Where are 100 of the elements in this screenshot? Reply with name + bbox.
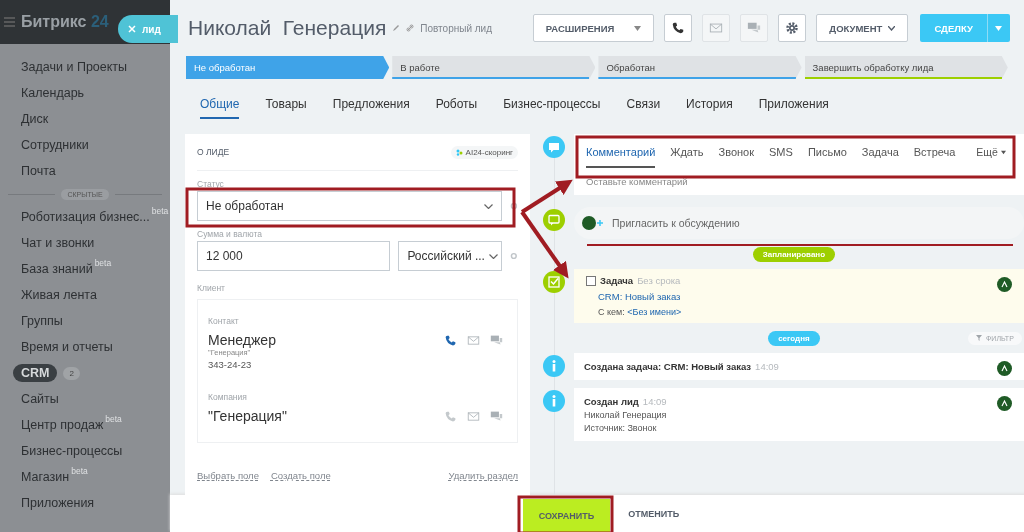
tab[interactable]: Приложения: [758, 97, 829, 119]
delete-section-link[interactable]: Удалить раздел: [448, 470, 518, 481]
sidebar-item[interactable]: Магазин: [21, 470, 70, 484]
field-label: Компания: [208, 392, 248, 402]
checkbox-icon: [543, 271, 565, 293]
chevron-icon: [488, 253, 498, 259]
status-select[interactable]: Не обработан: [197, 191, 503, 221]
sidebar-item[interactable]: Бизнес-процессы: [21, 444, 123, 458]
task-title: Задача: [600, 275, 634, 286]
contact-name[interactable]: Менеджер: [208, 332, 276, 348]
extensions-button[interactable]: РАСШИРЕНИЯ: [532, 14, 655, 42]
planned-label: Запланировано: [752, 246, 836, 262]
field-label: Сумма и валюта: [197, 229, 263, 239]
counter-badge: 2: [63, 366, 80, 380]
sidebar-item[interactable]: Чат и звонки: [21, 236, 95, 250]
stage-step[interactable]: Обработан: [598, 56, 802, 79]
beta-label: beta: [71, 466, 88, 476]
chat-icon[interactable]: [490, 409, 503, 423]
field-link[interactable]: Выбрать поле: [197, 470, 259, 481]
caret-icon: [995, 25, 1003, 31]
chevron-icon: [888, 25, 896, 31]
menu-icon[interactable]: [4, 17, 15, 27]
caret-icon: [1000, 149, 1006, 155]
task-contact: С кем: <Без имени>: [597, 307, 683, 317]
sidebar-item[interactable]: Центр продаж: [21, 418, 104, 432]
task-link[interactable]: CRM: Новый заказ: [586, 291, 1012, 302]
tab[interactable]: Бизнес-процессы: [503, 97, 601, 119]
document-button[interactable]: ДОКУМЕНТ: [816, 14, 909, 42]
date-label: сегодня: [768, 330, 820, 346]
sidebar-item[interactable]: Сайты: [21, 392, 59, 406]
composer-tab[interactable]: Звонок: [718, 136, 755, 168]
field-label: Статус: [197, 179, 225, 189]
amount-field[interactable]: 12 000: [197, 241, 391, 271]
settings-button[interactable]: [778, 14, 807, 42]
tab[interactable]: История: [686, 97, 733, 119]
invite-field[interactable]: Пригласить к обсуждению: [574, 207, 1024, 239]
field-label: Контакт: [208, 316, 240, 326]
sidebar-item[interactable]: Задачи и Проекты: [21, 60, 128, 74]
composer-tab[interactable]: SMS: [769, 136, 793, 168]
mail-icon[interactable]: [467, 409, 480, 423]
phone-icon[interactable]: [671, 21, 686, 35]
section-title: О ЛИДЕ: [197, 147, 230, 157]
chat-button[interactable]: [740, 14, 769, 42]
more-button[interactable]: Ещё: [970, 145, 1012, 159]
tab[interactable]: Общие: [200, 97, 240, 119]
comment-field[interactable]: Оставьте комментарий: [586, 176, 688, 187]
tab[interactable]: Товары: [265, 97, 307, 119]
logo[interactable]: Битрикс 24: [21, 13, 109, 31]
sidebar-item[interactable]: Приложения: [21, 496, 95, 510]
info-icon: [543, 390, 565, 412]
phone-button[interactable]: [664, 14, 693, 42]
caret-icon: [634, 25, 642, 31]
task-checkbox[interactable]: [586, 275, 596, 286]
mail-icon[interactable]: [467, 333, 480, 347]
composer-tab[interactable]: Задача: [861, 136, 899, 168]
sidebar-item[interactable]: Календарь: [21, 86, 85, 100]
stage-step[interactable]: Завершить обработку лида: [804, 56, 1008, 79]
beta-label: beta: [105, 414, 122, 424]
stage-step[interactable]: В работе: [392, 56, 596, 79]
sidebar-item[interactable]: CRM: [13, 364, 58, 382]
close-icon[interactable]: [128, 25, 136, 33]
settings-icon: [785, 21, 800, 35]
composer-tab[interactable]: Встреча: [913, 136, 956, 168]
sidebar-item[interactable]: Живая лента: [21, 288, 97, 302]
tab[interactable]: Роботы: [435, 97, 478, 119]
sidebar-item[interactable]: Роботизация бизнес...: [21, 210, 150, 224]
tab[interactable]: Связи: [626, 97, 661, 119]
phone-icon[interactable]: [444, 333, 457, 347]
tab[interactable]: Предложения: [332, 97, 410, 119]
cancel-button[interactable]: ОТМЕНИТЬ: [622, 507, 686, 520]
sidebar-item[interactable]: Сотрудники: [21, 138, 89, 152]
mail-button[interactable]: [702, 14, 731, 42]
composer-tab[interactable]: Ждать: [670, 136, 704, 168]
chat-icon[interactable]: [747, 21, 762, 35]
beta-label: beta: [151, 206, 169, 216]
event-title: Создана задача: CRM: Новый заказ 14:09: [584, 361, 779, 372]
user-avatar-icon: [996, 277, 1012, 292]
field-link[interactable]: Создать поле: [270, 470, 331, 481]
chat-icon[interactable]: [490, 333, 503, 347]
lead-subtitle: Повторный лид: [420, 22, 493, 34]
sidebar-item[interactable]: Диск: [21, 112, 49, 126]
pencil-icon[interactable]: [392, 24, 401, 32]
event-detail: Источник: Звонок: [584, 423, 658, 433]
composer-tab[interactable]: Письмо: [807, 136, 847, 168]
company-name[interactable]: "Генерация": [208, 408, 287, 424]
scoring-badge[interactable]: AI24-скоринг: [450, 145, 518, 159]
sidebar-item[interactable]: Почта: [21, 164, 56, 178]
user-avatar-icon: [996, 396, 1012, 411]
sidebar-item[interactable]: Группы: [21, 314, 63, 328]
user-avatar-icon: [996, 361, 1012, 376]
sidebar-item[interactable]: База знаний: [21, 262, 93, 276]
currency-select[interactable]: Российский ...: [398, 241, 503, 271]
mail-icon[interactable]: [709, 21, 724, 35]
composer-tab[interactable]: Комментарий: [586, 136, 656, 168]
sidebar-item[interactable]: Время и отчеты: [21, 340, 113, 354]
chevron-icon: [484, 203, 494, 209]
save-button[interactable]: СОХРАНИТЬ: [522, 499, 611, 532]
add-user-icon[interactable]: [582, 216, 604, 230]
field-label: Клиент: [197, 283, 226, 293]
beta-label: beta: [94, 258, 112, 268]
